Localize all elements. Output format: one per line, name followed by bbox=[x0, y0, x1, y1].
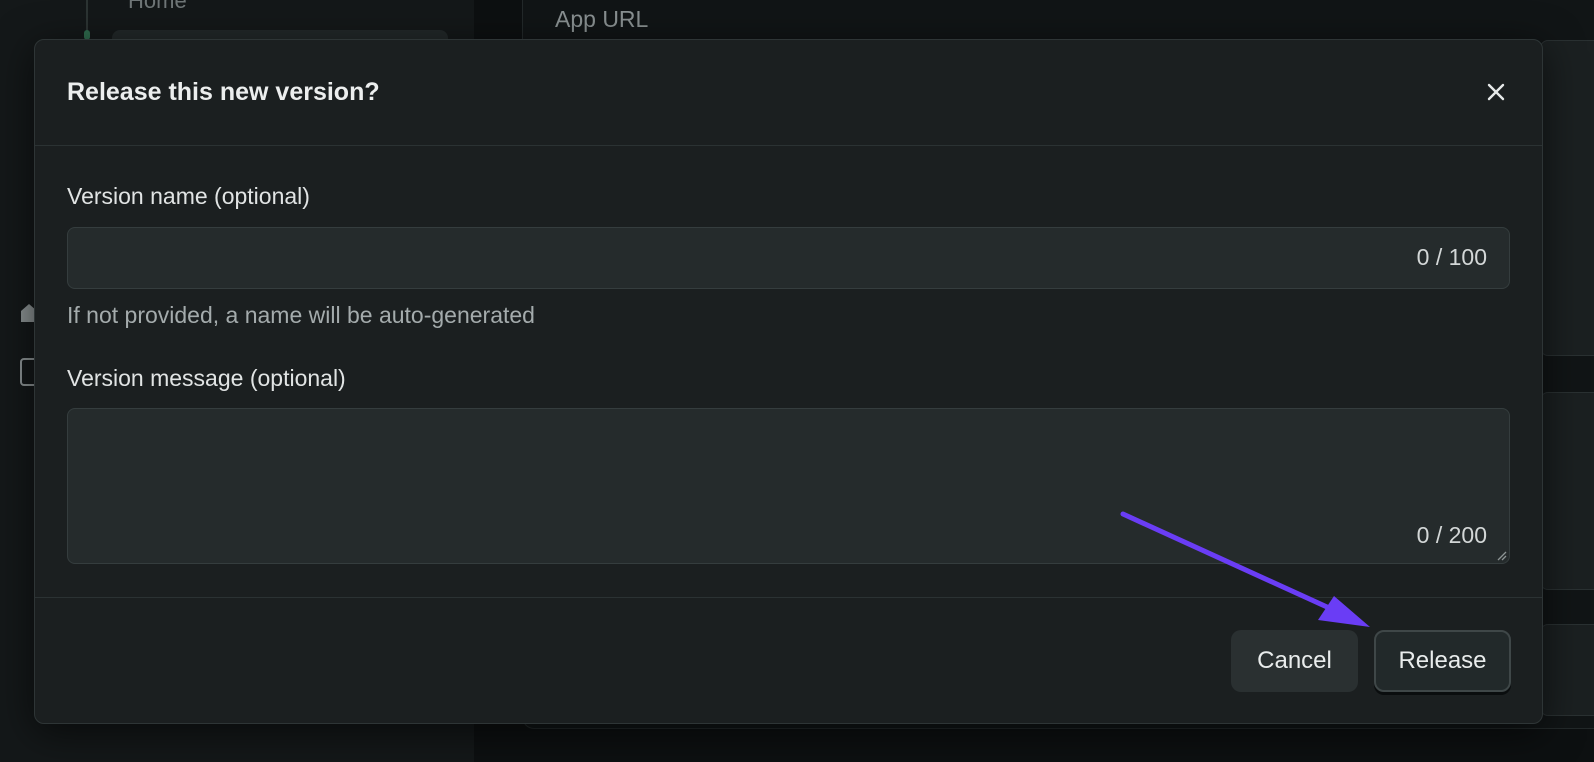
release-button[interactable]: Release bbox=[1374, 630, 1511, 692]
version-message-field[interactable]: 0 / 200 bbox=[67, 408, 1510, 564]
version-message-textarea[interactable] bbox=[82, 421, 1386, 545]
dialog-header: Release this new version? bbox=[35, 40, 1542, 146]
version-name-label: Version name (optional) bbox=[67, 183, 310, 209]
dialog-title: Release this new version? bbox=[67, 78, 380, 106]
version-name-helper-text: If not provided, a name will be auto-gen… bbox=[67, 302, 535, 328]
version-name-char-counter: 0 / 100 bbox=[1416, 244, 1487, 270]
release-version-dialog: Release this new version? Version name (… bbox=[34, 39, 1543, 724]
sidebar-item-home[interactable]: Home bbox=[128, 0, 187, 14]
version-message-label: Version message (optional) bbox=[67, 365, 346, 391]
app-url-label: App URL bbox=[555, 6, 649, 32]
resize-handle-icon[interactable] bbox=[1495, 549, 1507, 561]
background-card bbox=[1540, 624, 1594, 716]
version-name-field[interactable]: 0 / 100 bbox=[67, 227, 1510, 290]
background-card bbox=[1540, 392, 1594, 590]
version-name-input[interactable] bbox=[82, 228, 1386, 290]
dialog-footer-divider bbox=[35, 597, 1542, 598]
close-icon bbox=[1487, 83, 1505, 101]
close-button[interactable] bbox=[1484, 80, 1508, 104]
background-card bbox=[1540, 40, 1594, 356]
cancel-button[interactable]: Cancel bbox=[1231, 630, 1358, 692]
version-message-char-counter: 0 / 200 bbox=[1416, 522, 1487, 548]
